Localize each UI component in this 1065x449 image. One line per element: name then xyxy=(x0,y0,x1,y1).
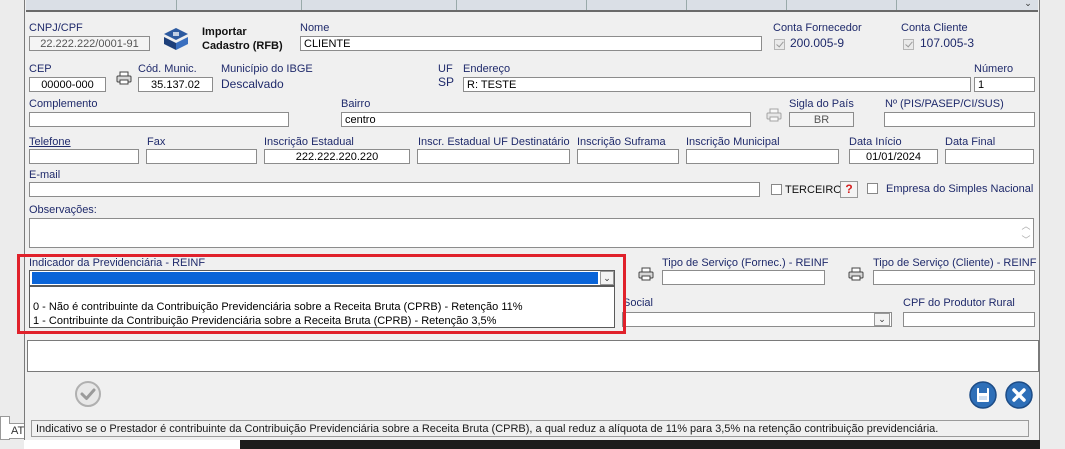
cnpj-field[interactable]: 22.222.222/0001-91 xyxy=(29,36,150,51)
rfb-logo-icon[interactable] xyxy=(160,26,192,52)
conta-cliente-label: Conta Cliente xyxy=(901,22,968,34)
sigla-pais-label: Sigla do País xyxy=(789,98,854,110)
grid-divider xyxy=(896,0,897,10)
uf-label: UF xyxy=(438,63,453,75)
grid-divider xyxy=(456,0,457,10)
tipo-serv-cliente-label: Tipo de Serviço (Cliente) - REINF xyxy=(873,257,1037,269)
bottom-dark-bar xyxy=(240,440,1040,449)
chevron-down-icon[interactable]: ⌄ xyxy=(874,313,890,326)
tipo-serv-fornec-field[interactable] xyxy=(662,270,825,285)
fax-label: Fax xyxy=(147,136,166,148)
email-label: E-mail xyxy=(29,169,61,181)
pis-field[interactable] xyxy=(884,112,1035,127)
tipo-serv-cliente-field[interactable] xyxy=(873,270,1035,285)
fax-field[interactable] xyxy=(146,149,257,164)
conta-fornecedor-value: 200.005-9 xyxy=(790,36,845,50)
grid-divider xyxy=(176,0,177,10)
observacoes-label: Observações: xyxy=(29,204,97,216)
grid-divider xyxy=(586,0,587,10)
tipo-serv-fornec-label: Tipo de Serviço (Fornec.) - REINF xyxy=(662,257,829,269)
printer-icon[interactable] xyxy=(848,267,864,281)
numero-field[interactable]: 1 xyxy=(974,77,1035,92)
data-final-label: Data Final xyxy=(945,136,996,148)
cod-munic-label: Cód. Munic. xyxy=(138,63,197,75)
endereco-field[interactable]: R: TESTE xyxy=(463,77,971,92)
complemento-field[interactable] xyxy=(29,112,289,127)
nome-field[interactable]: CLIENTE xyxy=(300,36,762,51)
ie-dest-label: Inscr. Estadual UF Destinatário xyxy=(418,136,570,148)
social-select[interactable] xyxy=(622,312,892,327)
cpf-produtor-field[interactable] xyxy=(903,312,1035,327)
telefone-label[interactable]: Telefone xyxy=(29,136,71,148)
terceiro-checkbox[interactable] xyxy=(771,184,782,195)
left-background-strip xyxy=(0,0,24,449)
confirm-icon[interactable] xyxy=(74,380,102,408)
cnpj-label: CNPJ/CPF xyxy=(29,22,83,34)
status-bar: Indicativo se o Prestador é contribuinte… xyxy=(31,420,1029,437)
rfb-import-line2[interactable]: Cadastro (RFB) xyxy=(202,40,283,52)
terceiro-label[interactable]: TERCEIRO xyxy=(785,184,842,196)
status-hint-text: Indicativo se o Prestador é contribuinte… xyxy=(36,423,939,435)
close-icon[interactable] xyxy=(1004,380,1034,410)
numero-label: Número xyxy=(974,63,1014,75)
bairro-field[interactable]: centro xyxy=(341,112,751,127)
scroll-up-icon[interactable]: ︿ xyxy=(1019,219,1033,231)
help-icon[interactable]: ? xyxy=(840,181,858,198)
telefone-field[interactable] xyxy=(29,149,139,164)
simples-label[interactable]: Empresa do Simples Nacional xyxy=(886,183,1033,195)
conta-fornecedor-checkbox[interactable] xyxy=(774,39,785,50)
cep-label: CEP xyxy=(29,63,52,75)
ie-label: Inscrição Estadual xyxy=(264,136,354,148)
printer-icon[interactable] xyxy=(766,108,782,122)
cpf-produtor-label: CPF do Produtor Rural xyxy=(903,297,1015,309)
im-field[interactable] xyxy=(686,149,839,164)
data-final-field[interactable] xyxy=(945,149,1034,164)
printer-icon[interactable] xyxy=(116,71,132,85)
ie-dest-field[interactable] xyxy=(417,149,570,164)
data-inicio-label: Data Início xyxy=(849,136,902,148)
bottom-panel-field[interactable] xyxy=(27,340,1039,372)
scroll-down-icon[interactable]: ﹀ xyxy=(1019,233,1033,245)
cep-field[interactable]: 00000-000 xyxy=(29,77,106,92)
conta-cliente-value: 107.005-3 xyxy=(920,36,975,50)
pis-label: Nº (PIS/PASEP/CI/SUS) xyxy=(885,98,1004,110)
top-grid[interactable]: ⌄ xyxy=(26,0,1038,12)
simples-checkbox[interactable] xyxy=(867,183,878,194)
printer-icon[interactable] xyxy=(638,267,654,281)
nome-label: Nome xyxy=(300,22,330,34)
conta-fornecedor-label: Conta Fornecedor xyxy=(773,22,862,34)
grid-divider xyxy=(301,0,302,10)
right-background-strip xyxy=(1040,0,1065,449)
ie-field[interactable]: 222.222.220.220 xyxy=(264,149,410,164)
social-label: Social xyxy=(623,297,653,309)
complemento-label: Complemento xyxy=(29,98,98,110)
data-inicio-field[interactable]: 01/01/2024 xyxy=(849,149,938,164)
observacoes-field[interactable] xyxy=(29,218,1034,248)
highlight-frame xyxy=(17,254,626,334)
email-field[interactable] xyxy=(29,182,760,197)
im-label: Inscrição Municipal xyxy=(686,136,780,148)
rfb-import-line1[interactable]: Importar xyxy=(202,26,247,38)
grid-divider xyxy=(686,0,687,10)
chevron-down-icon[interactable]: ⌄ xyxy=(1021,0,1035,9)
municipio-label: Município do IBGE xyxy=(221,63,313,75)
sigla-pais-field[interactable]: BR xyxy=(789,112,854,127)
uf-value: SP xyxy=(438,75,455,89)
endereco-label: Endereço xyxy=(463,63,511,75)
conta-cliente-checkbox[interactable] xyxy=(903,39,914,50)
suframa-label: Inscrição Suframa xyxy=(577,136,666,148)
suframa-field[interactable] xyxy=(577,149,679,164)
municipio-value: Descalvado xyxy=(221,77,284,91)
save-icon[interactable] xyxy=(968,380,998,410)
bairro-label: Bairro xyxy=(341,98,371,110)
grid-divider xyxy=(786,0,787,10)
cod-munic-field[interactable]: 35.137.02 xyxy=(138,77,213,92)
